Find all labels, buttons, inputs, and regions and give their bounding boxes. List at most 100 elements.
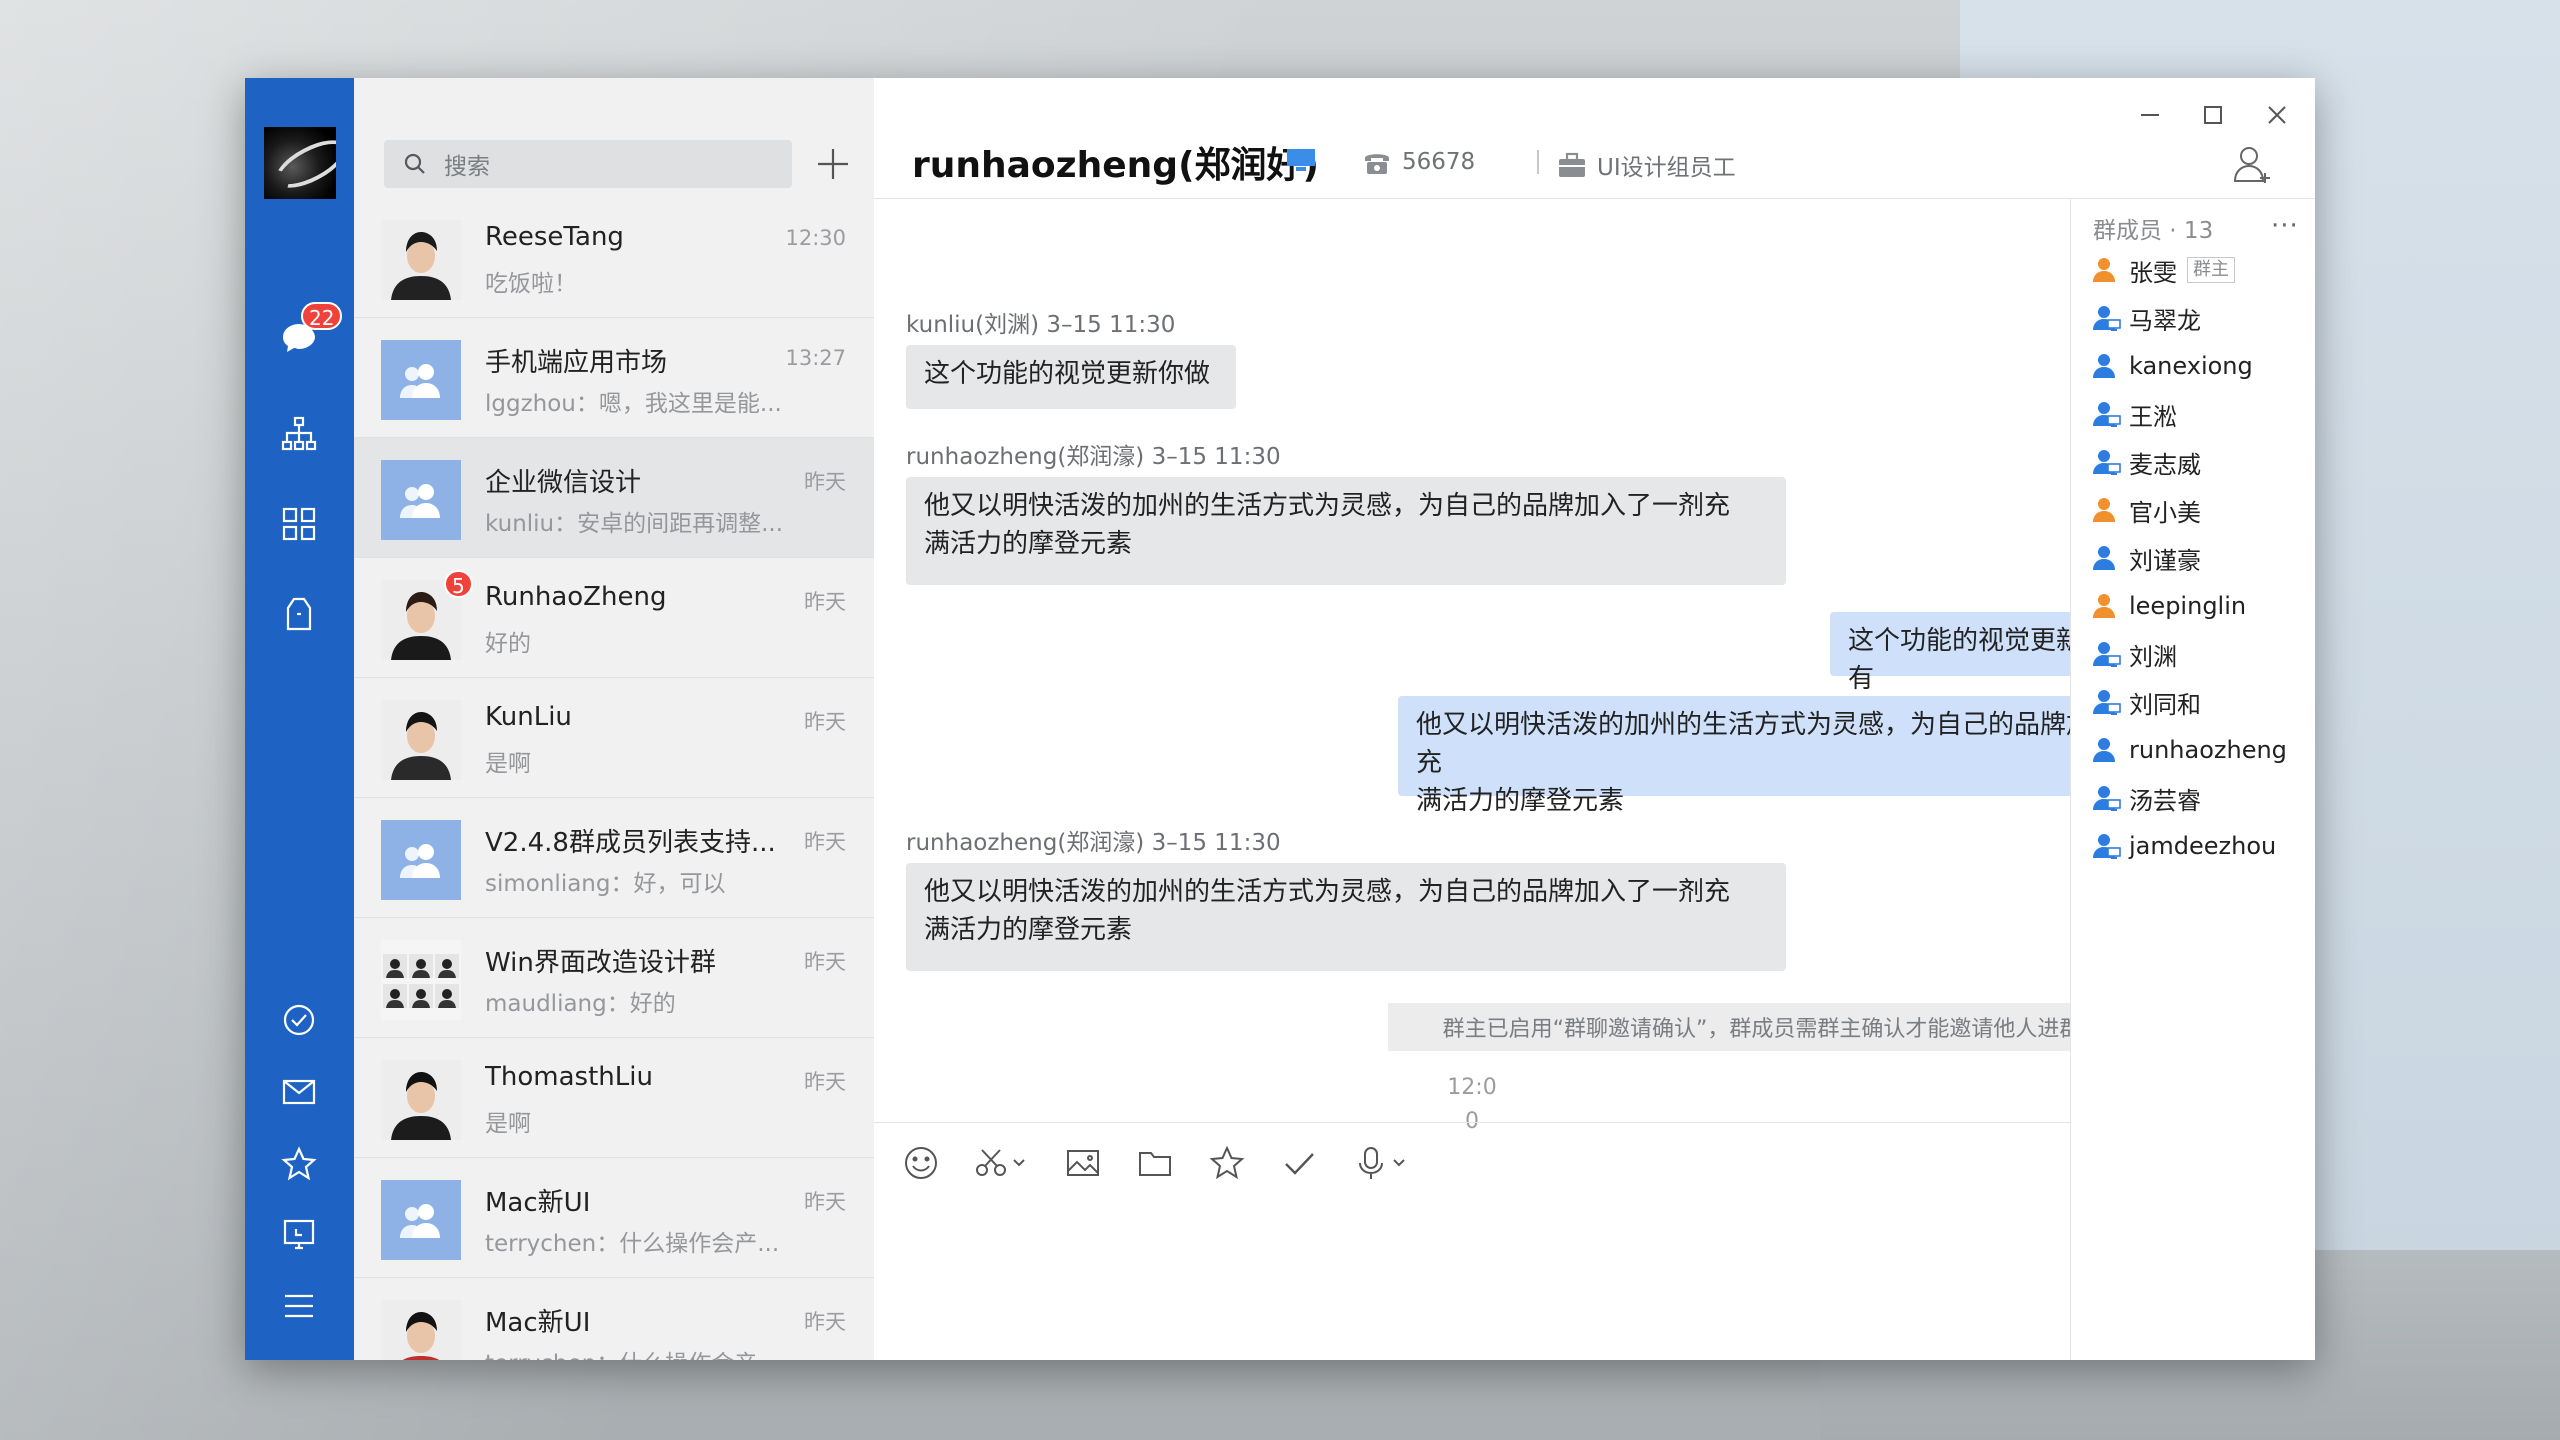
conversation-name: 企业微信设计 <box>485 468 642 498</box>
favorite-button[interactable] <box>1208 1141 1246 1185</box>
mail-icon <box>282 1079 316 1105</box>
conversation-item[interactable]: Win界面改造设计群 昨天 maudliang：好的 <box>354 918 874 1038</box>
conversation-item[interactable]: KunLiu 昨天 是啊 <box>354 678 874 798</box>
member-item[interactable]: 刘渊 <box>2091 636 2177 672</box>
files-nav-button[interactable] <box>271 586 327 642</box>
apps-grid-icon <box>282 507 316 541</box>
member-person-icon <box>2093 834 2121 859</box>
todo-button[interactable] <box>1280 1141 1318 1185</box>
emoji-button[interactable] <box>902 1141 940 1185</box>
user-avatar[interactable] <box>264 127 336 199</box>
message-bubble[interactable]: 这个功能的视觉更新你做 <box>906 345 1236 409</box>
chat-panel: runhaozheng(郑润好) 56678 UI设计组员工 kunliu(刘渊… <box>874 78 2315 1360</box>
voice-button[interactable] <box>1352 1141 1406 1185</box>
member-item[interactable]: 马翠龙 <box>2091 300 2201 336</box>
message-bubble[interactable]: 他又以明快活泼的加州的生活方式为灵感，为自己的品牌加入了一剂充 满活力的摩登元素 <box>906 863 1786 971</box>
conversation-preview: terrychen：什么操作会产... <box>485 1231 780 1257</box>
new-chat-button[interactable] <box>810 141 856 187</box>
conversation-panel: 搜索 ReeseTang 12:30 吃饭啦！ 手机端应用市场 13:27 lggzhou… <box>354 78 875 1360</box>
member-item[interactable]: 刘谨豪 <box>2091 540 2201 576</box>
conversation-item[interactable]: ThomasthLiu 昨天 是啊 <box>354 1038 874 1158</box>
member-name: 刘渊 <box>2129 642 2177 671</box>
person-avatar-icon <box>381 700 461 780</box>
maximize-button[interactable] <box>2190 92 2236 138</box>
todo-nav-button[interactable] <box>271 992 327 1048</box>
conversation-avatar <box>381 340 461 420</box>
conversation-item[interactable]: V2.4.8群成员列表支持... 昨天 simonliang：好，可以 <box>354 798 874 918</box>
minimize-button[interactable] <box>2127 92 2173 138</box>
person-avatar-icon <box>381 220 461 300</box>
member-name: leepinglin <box>2129 592 2247 620</box>
conversation-time: 昨天 <box>804 470 846 494</box>
group-avatar-icon <box>400 364 440 398</box>
image-button[interactable] <box>1064 1141 1102 1185</box>
department-info: UI设计组员工 <box>1557 148 1736 182</box>
message-bubble[interactable]: 他又以明快活泼的加州的生活方式为灵感，为自己的品牌加入了一剂充 满活力的摩登元素 <box>906 477 1786 585</box>
conversation-item[interactable]: 手机端应用市场 13:27 lggzhou：嗯，我这里是能... <box>354 318 874 438</box>
person-avatar-icon <box>381 1300 461 1360</box>
conversation-name: 手机端应用市场 <box>485 348 668 378</box>
conversation-item[interactable]: Mac新UI 昨天 terrychen：什么操作会产... <box>354 1278 874 1360</box>
conversation-name: ReeseTang <box>485 222 624 252</box>
member-person-icon <box>2093 786 2121 811</box>
header-separator <box>1537 150 1539 174</box>
conversation-preview: terrychen：什么操作会产... <box>485 1344 805 1360</box>
conversation-item[interactable]: RunhaoZheng 昨天 好的 5 <box>354 558 874 678</box>
conversation-name: RunhaoZheng <box>485 582 667 612</box>
member-person-icon <box>2093 354 2115 378</box>
hamburger-menu-icon <box>285 1294 313 1318</box>
member-item[interactable]: 刘同和 <box>2091 684 2201 720</box>
conversation-item[interactable]: Mac新UI 昨天 terrychen：什么操作会产... <box>354 1158 874 1278</box>
conversation-item[interactable]: ReeseTang 12:30 吃饭啦！ <box>354 198 874 318</box>
phone-icon <box>1365 154 1389 174</box>
conversation-avatar <box>381 460 461 540</box>
member-person-icon <box>2093 306 2121 331</box>
conversation-preview: maudliang：好的 <box>485 991 676 1017</box>
search-input[interactable]: 搜索 <box>384 140 792 188</box>
member-name: jamdeezhou <box>2129 832 2277 860</box>
image-icon <box>1067 1150 1099 1176</box>
more-options-button[interactable]: ··· <box>2271 211 2299 241</box>
chevron-down-icon <box>1013 1159 1025 1167</box>
workspace-nav-button[interactable] <box>271 496 327 552</box>
search-placeholder: 搜索 <box>444 154 490 180</box>
message-list: kunliu(刘渊) 3–15 11:30 这个功能的视觉更新你做 runhao… <box>874 199 2236 1134</box>
conversation-item[interactable]: 企业微信设计 昨天 kunliu：安卓的间距再调整... <box>354 438 874 558</box>
conversation-name: Mac新UI <box>485 1308 591 1338</box>
member-item[interactable]: leepinglin <box>2091 588 2246 624</box>
mail-nav-button[interactable] <box>271 1064 327 1120</box>
member-item[interactable]: 王淞 <box>2091 396 2177 432</box>
favorites-nav-button[interactable] <box>271 1136 327 1192</box>
member-item[interactable]: runhaozheng <box>2091 732 2287 768</box>
bag-icon <box>286 597 312 631</box>
menu-nav-button[interactable] <box>271 1278 327 1334</box>
member-item[interactable]: 官小美 <box>2091 492 2201 528</box>
member-person-icon <box>2093 738 2115 762</box>
member-item[interactable]: 汤芸睿 <box>2091 780 2201 816</box>
member-name: 麦志威 <box>2129 450 2201 479</box>
calendar-icon <box>283 1219 315 1250</box>
conversation-preview: kunliu：安卓的间距再调整... <box>485 511 784 537</box>
org-chart-icon <box>281 416 317 451</box>
add-member-icon[interactable] <box>2229 141 2275 187</box>
member-item[interactable]: jamdeezhou <box>2091 828 2276 864</box>
member-item[interactable]: 张雯 群主 <box>2091 252 2235 288</box>
conversation-time: 昨天 <box>804 830 846 854</box>
meeting-nav-button[interactable] <box>271 1206 327 1262</box>
member-name: 马翠龙 <box>2129 306 2201 335</box>
close-button[interactable] <box>2254 92 2300 138</box>
member-name: 张雯 <box>2129 258 2177 287</box>
member-item[interactable]: kanexiong <box>2091 348 2253 384</box>
screenshot-button[interactable] <box>972 1141 1026 1185</box>
unread-badge: 22 <box>301 302 343 330</box>
conversation-time: 12:30 <box>785 226 846 250</box>
member-item[interactable]: 麦志威 <box>2091 444 2201 480</box>
app-window: 22 搜索 ReeseTang 12:30 吃饭啦！ 手机端应用市场 13:27… <box>245 78 2315 1360</box>
multi-avatar-icon <box>381 940 461 1020</box>
member-name: 王淞 <box>2129 402 2177 431</box>
timestamp: 12:0 <box>1447 1075 1497 1100</box>
messages-nav-button[interactable]: 22 <box>271 302 343 366</box>
file-button[interactable] <box>1136 1141 1174 1185</box>
member-person-icon <box>2093 402 2121 427</box>
contacts-nav-button[interactable] <box>271 406 327 462</box>
